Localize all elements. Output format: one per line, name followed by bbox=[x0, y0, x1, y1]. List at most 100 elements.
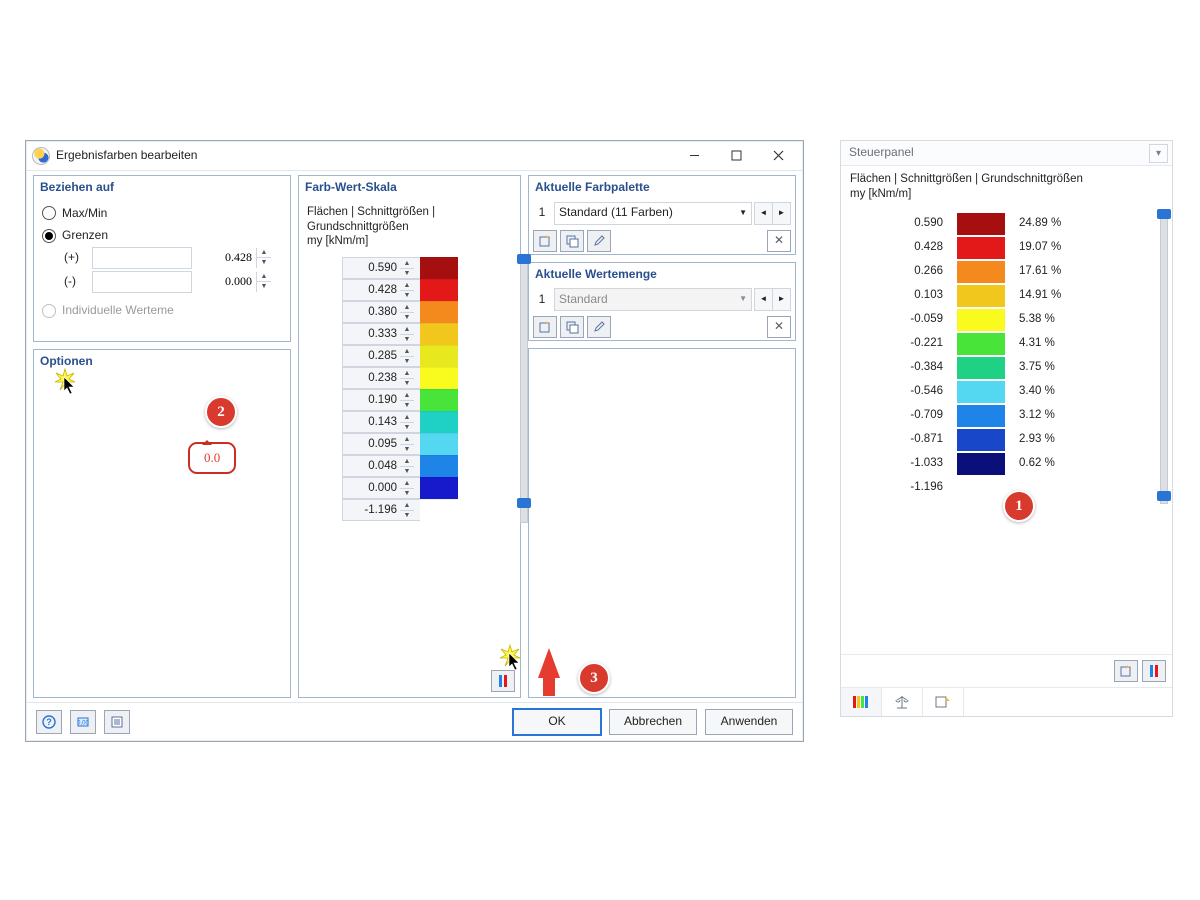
help-button[interactable]: ? bbox=[36, 710, 62, 734]
sp-edit-colors-button[interactable] bbox=[1114, 660, 1138, 682]
sp-value: -0.871 bbox=[853, 432, 957, 447]
scale-value[interactable]: 0.238▲▼ bbox=[342, 367, 420, 389]
scale-color[interactable] bbox=[420, 279, 458, 301]
scale-value[interactable]: 0.428▲▼ bbox=[342, 279, 420, 301]
scale-color-empty bbox=[420, 499, 458, 521]
control-panel: Steuerpanel ▾ Flächen | Schnittgrößen | … bbox=[840, 140, 1173, 717]
valueset-next-button[interactable]: ► bbox=[772, 288, 791, 311]
scale-color[interactable] bbox=[420, 301, 458, 323]
scale-color[interactable] bbox=[420, 257, 458, 279]
spin-up-icon[interactable]: ▲ bbox=[257, 248, 271, 259]
scale-value[interactable]: 0.048▲▼ bbox=[342, 455, 420, 477]
sp-color bbox=[957, 453, 1005, 475]
palette-next-button[interactable]: ► bbox=[772, 202, 791, 225]
spin-up-icon[interactable]: ▲ bbox=[257, 272, 271, 283]
palette-prev-button[interactable]: ◄ bbox=[754, 202, 773, 225]
svg-text:0,00: 0,00 bbox=[77, 721, 89, 727]
close-button[interactable] bbox=[757, 144, 799, 168]
scale-color[interactable] bbox=[420, 433, 458, 455]
sp-value: 0.428 bbox=[853, 240, 957, 255]
cancel-button[interactable]: Abbrechen bbox=[609, 709, 697, 735]
minimize-button[interactable] bbox=[673, 144, 715, 168]
scale-value[interactable]: 0.190▲▼ bbox=[342, 389, 420, 411]
palette-new-button[interactable] bbox=[533, 230, 557, 252]
sp-percent: 0.62 % bbox=[1005, 456, 1160, 471]
valueset-new-button[interactable] bbox=[533, 316, 557, 338]
palette-copy-button[interactable] bbox=[560, 230, 584, 252]
scale-color[interactable] bbox=[420, 455, 458, 477]
sp-percent: 5.38 % bbox=[1005, 312, 1160, 327]
radio-individual-label: Individuelle Werteme bbox=[62, 303, 174, 319]
valueset-delete-button[interactable]: ✕ bbox=[767, 316, 791, 338]
spin-down-icon[interactable]: ▼ bbox=[257, 282, 271, 292]
spin-down-icon[interactable]: ▼ bbox=[257, 258, 271, 268]
scale-color[interactable] bbox=[420, 323, 458, 345]
titlebar[interactable]: Ergebnisfarben bearbeiten bbox=[26, 141, 803, 171]
sp-tab-colors[interactable] bbox=[841, 688, 882, 716]
valueset-combo: Standard▼ bbox=[554, 288, 752, 311]
scale-value[interactable]: 0.590▲▼ bbox=[342, 257, 420, 279]
scale-color[interactable] bbox=[420, 411, 458, 433]
palette-combo[interactable]: Standard (11 Farben)▼ bbox=[554, 202, 752, 225]
scale-header-line1: Flächen | Schnittgrößen | Grundschnittgr… bbox=[307, 205, 512, 235]
annotation-flash-icon bbox=[498, 644, 522, 668]
scale-value[interactable]: 0.095▲▼ bbox=[342, 433, 420, 455]
sp-value: -0.384 bbox=[853, 360, 957, 375]
sp-value: -0.546 bbox=[853, 384, 957, 399]
scale-color[interactable] bbox=[420, 345, 458, 367]
valueset-copy-button[interactable] bbox=[560, 316, 584, 338]
sp-range-slider[interactable] bbox=[1160, 212, 1168, 504]
scale-value[interactable]: -1.196▲▼ bbox=[342, 499, 420, 521]
scale-color[interactable] bbox=[420, 477, 458, 499]
annotation-flash-icon bbox=[53, 368, 77, 392]
grenzen-plus-input[interactable]: ▲▼ bbox=[92, 247, 192, 269]
sp-color bbox=[957, 333, 1005, 355]
chevron-down-icon: ▼ bbox=[739, 208, 747, 218]
scale-value[interactable]: 0.000▲▼ bbox=[342, 477, 420, 499]
list-button[interactable] bbox=[104, 710, 130, 734]
maximize-button[interactable] bbox=[715, 144, 757, 168]
valueset-edit-button[interactable] bbox=[587, 316, 611, 338]
sp-value: 0.266 bbox=[853, 264, 957, 279]
scale-range-slider[interactable] bbox=[520, 257, 528, 523]
grenzen-minus-input[interactable]: ▲▼ bbox=[92, 271, 192, 293]
sp-tab-balance[interactable] bbox=[882, 688, 923, 716]
valueset-index: 1 bbox=[533, 292, 551, 308]
scale-value[interactable]: 0.333▲▼ bbox=[342, 323, 420, 345]
radio-individual: Individuelle Werteme bbox=[42, 303, 282, 319]
sp-color bbox=[957, 405, 1005, 427]
sp-percent: 4.31 % bbox=[1005, 336, 1160, 351]
sp-percent: 14.91 % bbox=[1005, 288, 1160, 303]
color-value-list: 0.590▲▼ 0.428▲▼ 0.380▲▼ 0.333▲▼ 0.285▲▼ … bbox=[307, 257, 512, 521]
sp-percent: 2.93 % bbox=[1005, 432, 1160, 447]
apply-button[interactable]: Anwenden bbox=[705, 709, 793, 735]
sp-color bbox=[957, 261, 1005, 283]
palette-edit-button[interactable] bbox=[587, 230, 611, 252]
valueset-prev-button[interactable]: ◄ bbox=[754, 288, 773, 311]
grenzen-plus-label: (+) bbox=[64, 250, 88, 266]
sp-percent: 3.75 % bbox=[1005, 360, 1160, 375]
sp-value: -0.221 bbox=[853, 336, 957, 351]
sp-value: -0.709 bbox=[853, 408, 957, 423]
pin-icon[interactable]: ▾ bbox=[1149, 144, 1168, 163]
scale-color[interactable] bbox=[420, 389, 458, 411]
scale-value[interactable]: 0.143▲▼ bbox=[342, 411, 420, 433]
scale-value[interactable]: 0.285▲▼ bbox=[342, 345, 420, 367]
palette-delete-button[interactable]: ✕ bbox=[767, 230, 791, 252]
edit-result-colors-dialog: Ergebnisfarben bearbeiten Beziehen auf M… bbox=[25, 140, 804, 742]
scale-color[interactable] bbox=[420, 367, 458, 389]
radio-maxmin[interactable]: Max/Min bbox=[42, 206, 282, 222]
radio-grenzen[interactable]: Grenzen bbox=[42, 228, 282, 244]
units-button[interactable]: 0,00 bbox=[70, 710, 96, 734]
ok-button[interactable]: OK bbox=[513, 709, 601, 735]
sp-color bbox=[957, 381, 1005, 403]
control-panel-titlebar[interactable]: Steuerpanel ▾ bbox=[841, 141, 1172, 166]
sp-value: 0.103 bbox=[853, 288, 957, 303]
sp-tab-info[interactable] bbox=[923, 688, 964, 716]
sp-scale-settings-button[interactable] bbox=[1142, 660, 1166, 682]
sp-percent: 24.89 % bbox=[1005, 216, 1160, 231]
scale-settings-button[interactable] bbox=[491, 670, 515, 692]
sp-header-line1: Flächen | Schnittgrößen | Grundschnittgr… bbox=[850, 172, 1163, 187]
scale-value[interactable]: 0.380▲▼ bbox=[342, 301, 420, 323]
group-palette-title: Aktuelle Farbpalette bbox=[529, 176, 795, 199]
